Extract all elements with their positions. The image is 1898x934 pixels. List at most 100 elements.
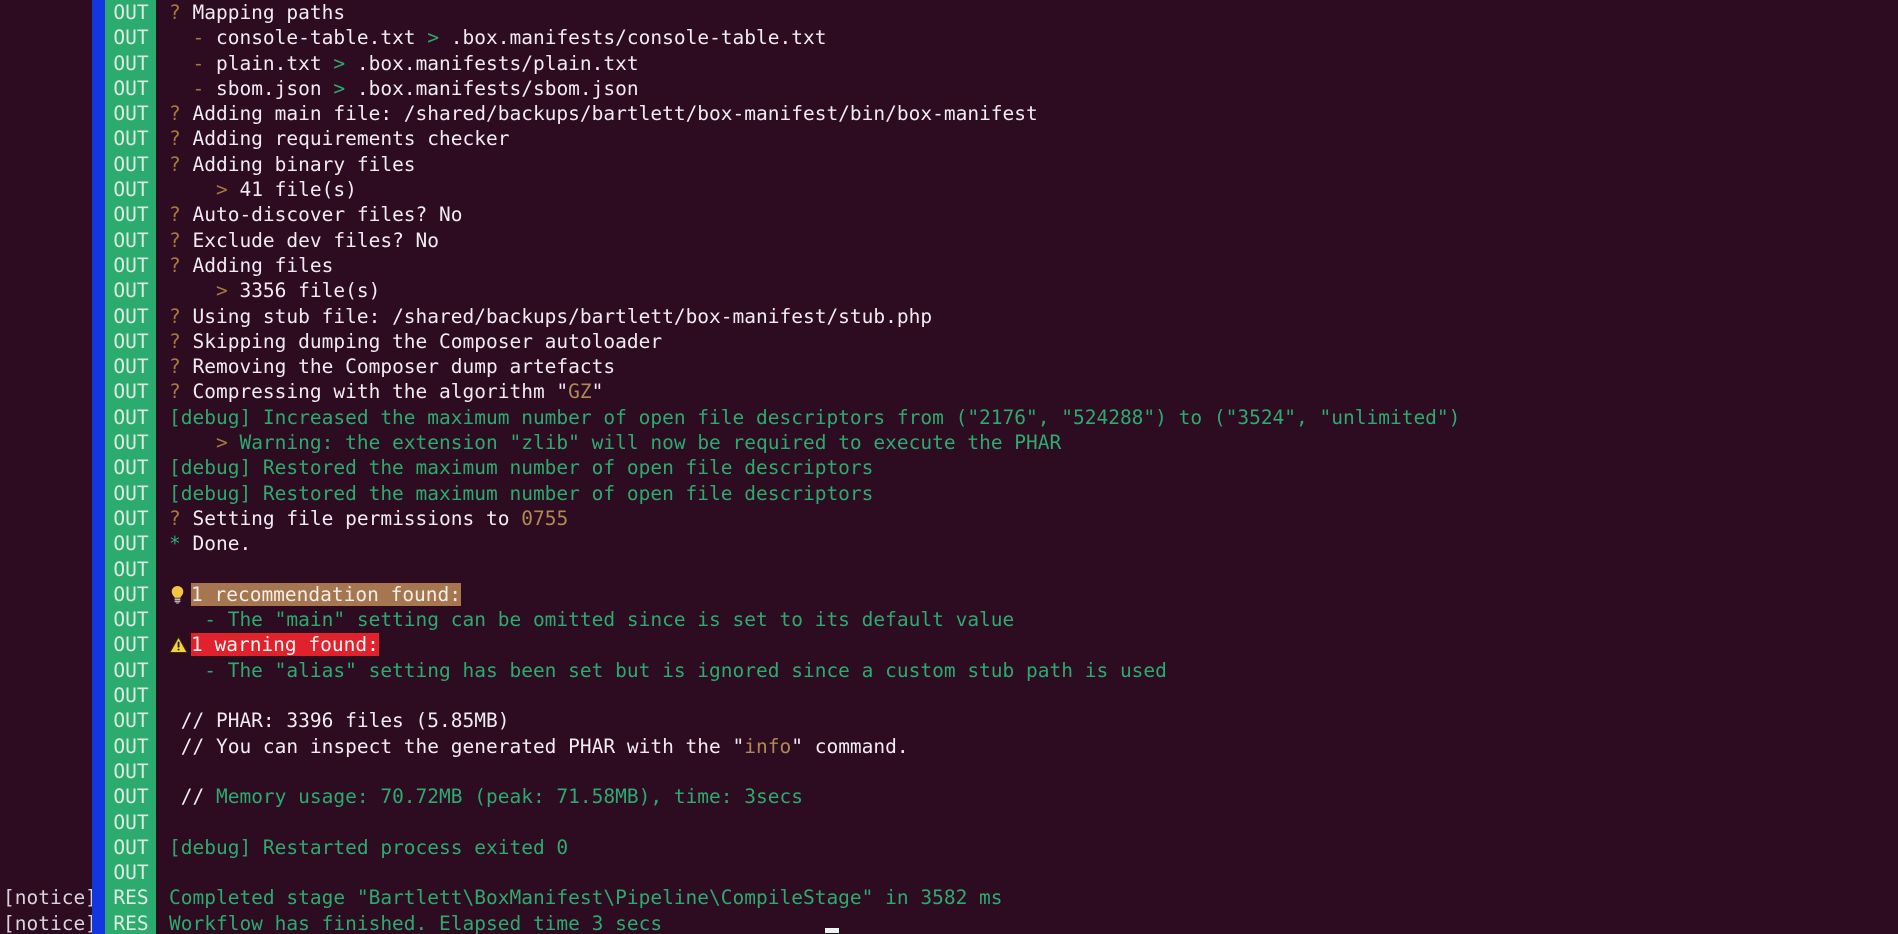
text-run: sbom.json [215,76,334,100]
text-run: - [169,76,216,100]
terminal-line-text: > 41 file(s) [156,177,1898,202]
terminal-line: OUT - console-table.txt > .box.manifests… [0,25,1898,51]
gutter-spacer [0,51,92,76]
stream-accent-bar [92,50,105,76]
terminal-line: OUT > 3356 file(s) [0,278,1898,304]
terminal-line: OUT? Auto-discover files? No [0,202,1898,228]
text-run: [debug] Restarted process exited 0 [169,835,569,859]
out-badge: OUT [105,278,156,304]
stream-accent-bar [92,328,105,355]
gutter-spacer [0,126,92,151]
text-run: - The "main" setting can be omitted sinc… [169,608,1015,632]
text-run: 3356 file(s) [239,279,381,303]
text-run: - [169,26,216,50]
gutter-spacer [0,405,92,430]
text-run: ? [169,102,193,126]
terminal-line-text: > Warning: the extension "zlib" will now… [156,430,1898,455]
stream-accent-bar [92,708,105,734]
terminal-line-text: Completed stage "Bartlett\BoxManifest\Pi… [156,885,1898,910]
stream-accent-bar [92,607,105,633]
text-run: Adding requirements checker [192,127,510,151]
terminal-line: OUT // Memory usage: 70.72MB (peak: 71.5… [0,784,1898,810]
gutter-spacer [0,734,92,759]
text-run: [debug] Restored the maximum number of o… [169,481,874,505]
terminal-line-text: - sbom.json > .box.manifests/sbom.json [156,76,1898,101]
text-run: Done. [192,532,252,556]
stream-accent-bar [92,809,105,835]
terminal-line-text: ? Removing the Composer dump artefacts [156,354,1898,379]
terminal-line: OUT? Adding requirements checker [0,126,1898,152]
stream-accent-bar [92,227,105,253]
stream-accent-bar [92,505,105,532]
stream-accent-bar [92,657,105,684]
gutter-spacer [0,557,92,582]
terminal-line-text [156,810,1898,835]
stream-accent-bar [92,834,105,861]
out-badge: OUT [105,708,156,734]
notice-label: [notice] [3,911,97,934]
gutter-spacer [0,531,92,556]
out-badge: OUT [105,25,156,51]
terminal-line-text: ? Mapping paths [156,0,1898,25]
text-run: 0755 [521,506,569,530]
terminal-line: OUT? Mapping paths [0,0,1898,26]
terminal-output-pane[interactable]: OUT? Mapping paths OUT - console-table.t… [0,0,1898,934]
text-run: [debug] Increased the maximum number of … [169,405,1461,429]
gutter-spacer [0,481,92,506]
text-run: ? [169,506,193,530]
out-badge: OUT [105,784,156,810]
terminal-line: OUT [debug] Restored the maximum number o… [0,455,1898,481]
stream-accent-bar [92,733,105,759]
out-badge: OUT [105,632,156,658]
stream-accent-bar [92,151,105,178]
terminal-line: OUT - The "main" setting can be omitted … [0,607,1898,633]
out-badge: OUT [105,683,156,709]
out-badge: OUT [105,227,156,253]
gutter-spacer [0,759,92,784]
stream-accent-bar [92,404,105,431]
out-badge: OUT [105,202,156,228]
terminal-line: OUT [0,860,1898,886]
gutter-spacer [0,25,92,50]
text-run: 1 warning found: [191,633,379,657]
warning-triangle-icon [169,632,191,657]
terminal-line-text: [debug] Restored the maximum number of o… [156,455,1898,480]
text-run: console-table.txt [215,26,428,50]
out-badge: OUT [105,556,156,582]
text-run: Warning: the extension "zlib" will now b… [239,431,1062,455]
gutter-spacer [0,607,92,632]
text-run: ? [169,329,193,353]
terminal-line-text: ? Auto-discover files? No [156,202,1898,227]
out-badge: OUT [105,860,156,886]
terminal-line: OUT [0,809,1898,835]
out-badge: OUT [105,531,156,557]
gutter-spacer [0,329,92,354]
gutter-spacer [0,582,92,607]
text-run: GZ [568,380,592,404]
text-run: > [333,76,346,100]
text-run: > [169,279,240,303]
gutter-spacer [0,228,92,253]
terminal-line-text: [debug] Restarted process exited 0 [156,835,1898,860]
stream-accent-bar [92,25,105,51]
terminal-line-text: 1 recommendation found: [156,582,1898,607]
text-run: > [169,431,240,455]
out-badge: OUT [105,0,156,26]
gutter-spacer [0,202,92,227]
terminal-line-text: - plain.txt > .box.manifests/plain.txt [156,51,1898,76]
gutter-spacer [0,506,92,531]
terminal-line: OUT 1 recommendation found: [0,581,1898,608]
terminal-line: OUT > 41 file(s) [0,177,1898,203]
text-run: Adding binary files [192,152,416,176]
text-run: Memory usage: 70.72MB (peak: 71.58MB), t… [215,785,803,809]
terminal-line: OUT - plain.txt > .box.manifests/plain.t… [0,50,1898,76]
terminal-line-text: Workflow has finished. Elapsed time 3 se… [156,911,1898,934]
text-run: Using stub file: /shared/backups/bartlet… [192,304,933,328]
terminal-line: OUT? Compressing with the algorithm "GZ" [0,379,1898,405]
terminal-line-text: * Done. [156,531,1898,556]
terminal-line: OUT // PHAR: 3396 files (5.85MB) [0,708,1898,734]
terminal-line-text: ? Adding binary files [156,152,1898,177]
text-run: Workflow has finished. Elapsed time 3 se… [169,911,663,934]
out-badge: OUT [105,126,156,152]
text-run: ? [169,355,193,379]
